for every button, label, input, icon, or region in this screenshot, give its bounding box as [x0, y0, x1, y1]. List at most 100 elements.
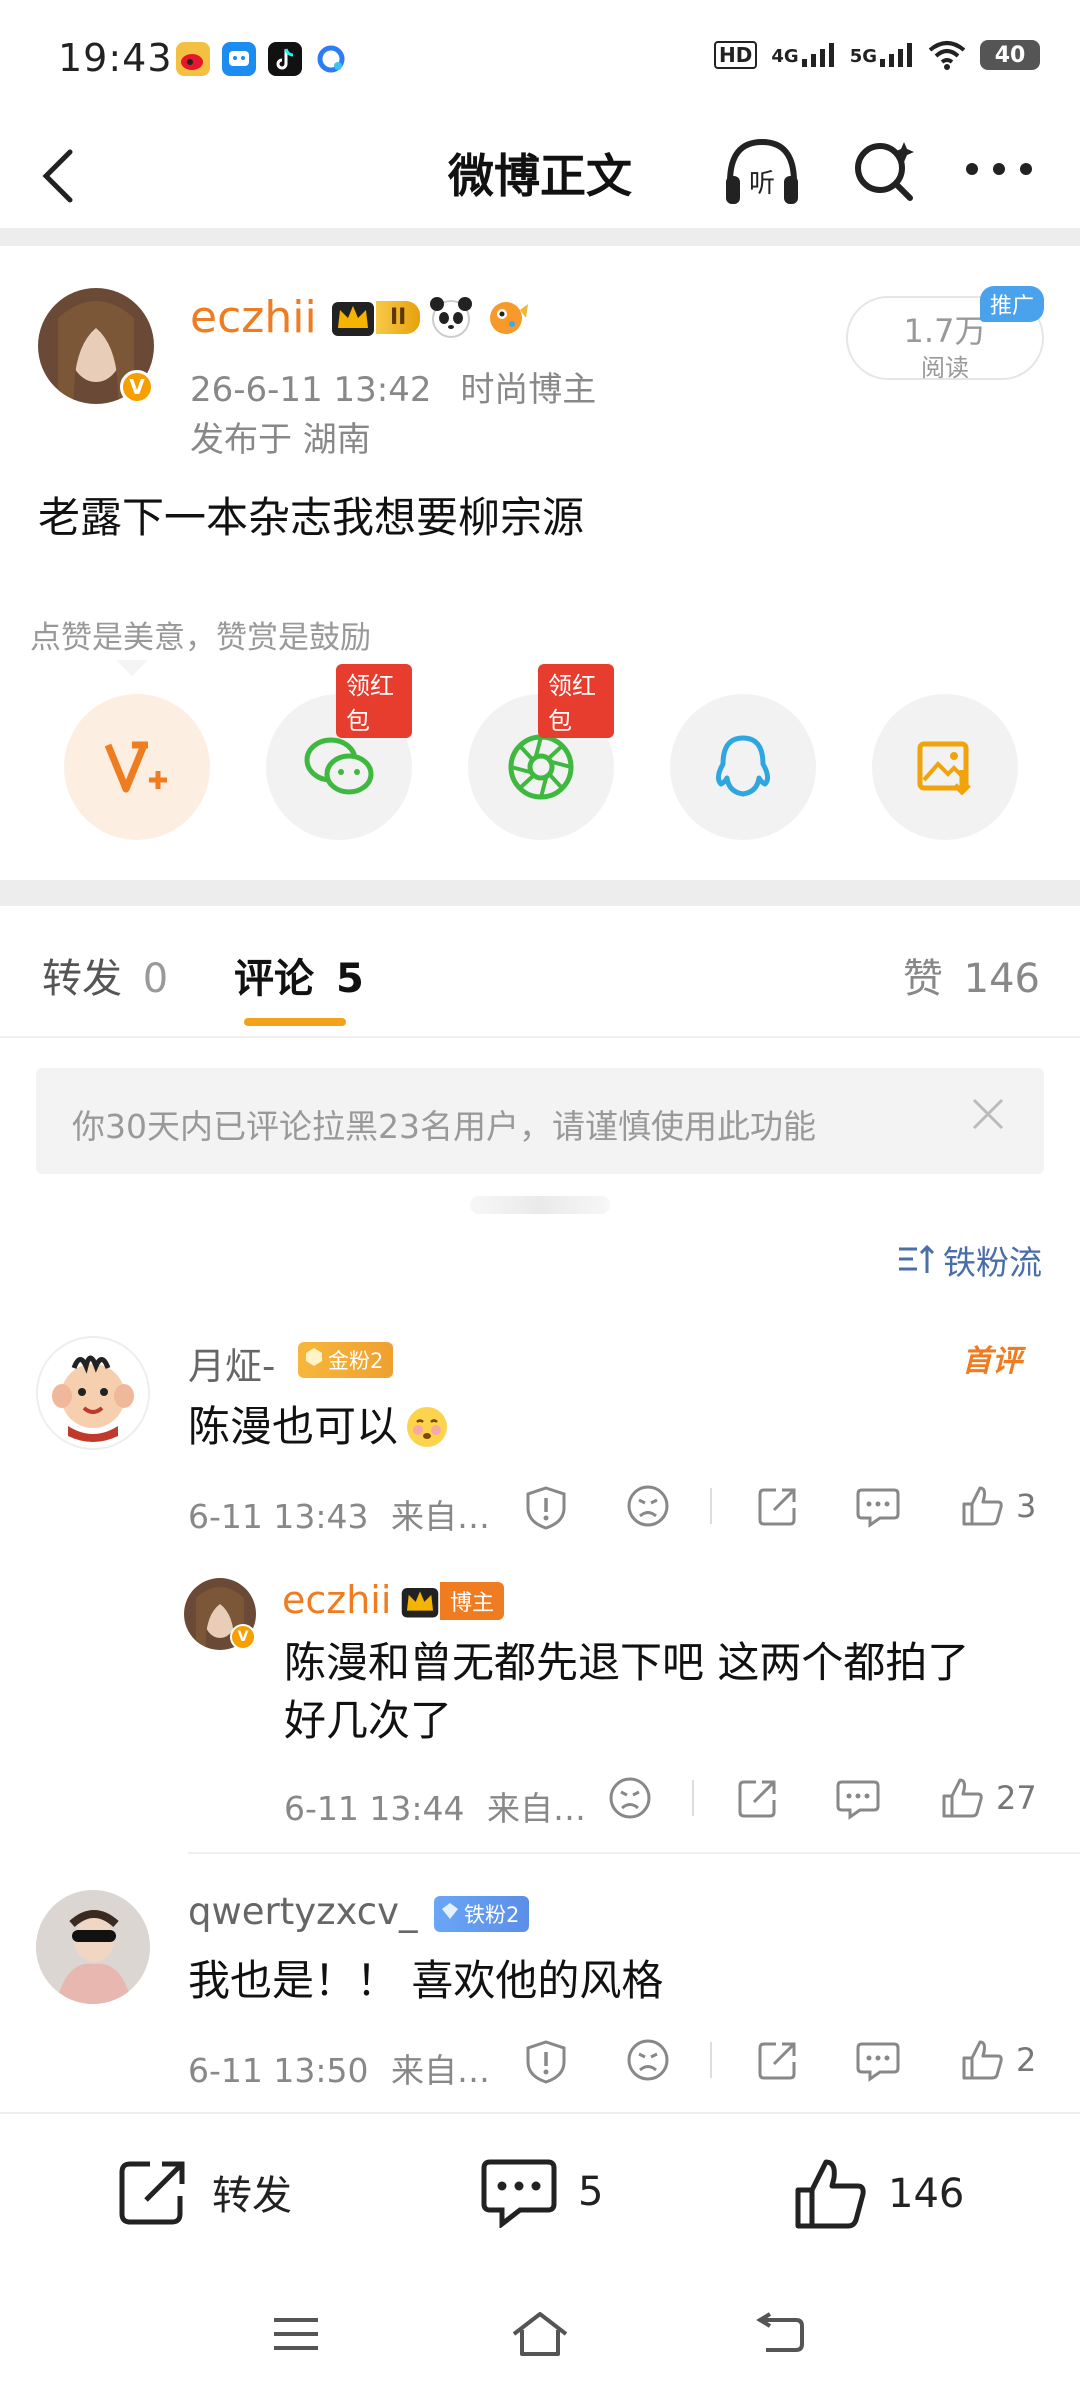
- like-comment-button[interactable]: 27: [940, 1776, 1037, 1820]
- report-button[interactable]: [524, 2038, 568, 2084]
- signal-4g-icon: 4G: [771, 43, 835, 67]
- system-nav-bar: [0, 2272, 1080, 2400]
- signal-5g-icon: 5G: [850, 43, 914, 67]
- tab-likes[interactable]: 赞 146: [903, 946, 1040, 1004]
- action-divider: [710, 1488, 712, 1524]
- status-bar: 19:43 HD 4G 5G 40: [0, 0, 1080, 118]
- save-image-button[interactable]: [872, 694, 1018, 840]
- section-divider: [0, 880, 1080, 906]
- listen-button[interactable]: 听: [720, 132, 804, 212]
- divider: [0, 228, 1080, 246]
- author-category: 时尚博主: [460, 370, 597, 410]
- crown-icon: [401, 1587, 439, 1618]
- author-name[interactable]: eczhii: [190, 292, 317, 343]
- menu-icon: [274, 2318, 318, 2350]
- tip-pointer: [116, 660, 148, 676]
- dislike-button[interactable]: [626, 2038, 670, 2082]
- reply-button[interactable]: [856, 1484, 900, 1528]
- repost-button[interactable]: 转发: [116, 2156, 292, 2228]
- unhappy-face-icon: [609, 1777, 651, 1819]
- commenter-name[interactable]: 月炡-: [188, 1336, 275, 1390]
- shield-alert-icon: [526, 1486, 566, 1530]
- post-location: 发布于 湖南: [190, 420, 371, 460]
- verified-badge-icon: V: [120, 370, 154, 404]
- repost-comment-button[interactable]: [756, 2038, 800, 2082]
- share-out-icon: [119, 2161, 185, 2225]
- notice-close-button[interactable]: [970, 1096, 1006, 1132]
- search-button[interactable]: [848, 134, 920, 206]
- comment-button[interactable]: 5: [480, 2156, 603, 2228]
- wifi-icon: [928, 41, 966, 70]
- blogger-badge: 博主: [400, 1582, 505, 1620]
- action-divider: [692, 1780, 694, 1816]
- sort-toggle[interactable]: 铁粉流: [897, 1236, 1042, 1284]
- post-time: 26-6-11 13:42: [190, 370, 432, 410]
- action-divider: [710, 2042, 712, 2078]
- comment-bubble-icon: [481, 2159, 557, 2228]
- share-row: 领红包 领红包: [0, 664, 1080, 844]
- more-button[interactable]: [964, 154, 1034, 184]
- chat-app-icon: [222, 42, 256, 76]
- first-comment-tag: 首评: [962, 1344, 1022, 1379]
- reward-tip: 点赞是美意，赞赏是鼓励: [30, 620, 371, 656]
- bottom-action-bar: 转发 5 146: [0, 2112, 1080, 2272]
- shy-emoji-icon: [407, 1407, 448, 1447]
- thumbs-up-icon: [962, 1486, 1003, 1526]
- fish-icon: [490, 302, 529, 334]
- like-comment-button[interactable]: 3: [960, 1484, 1036, 1528]
- headphones-listen-icon: 听: [726, 138, 798, 204]
- share-qq-button[interactable]: [670, 694, 816, 840]
- commenter-avatar[interactable]: [36, 1336, 150, 1450]
- share-out-icon: [758, 2042, 796, 2080]
- tab-comments[interactable]: 评论 5: [234, 946, 364, 1004]
- gold-fan-icon: [306, 1348, 322, 1366]
- home-nav-button[interactable]: [510, 2310, 570, 2358]
- thumbs-up-icon: [795, 2159, 866, 2229]
- menu-nav-button[interactable]: [272, 2314, 320, 2354]
- share-moments-button[interactable]: 领红包: [468, 664, 614, 840]
- commenter-name[interactable]: qwertyzxcv_: [188, 1890, 418, 1933]
- fan-badge: 金粉2: [298, 1342, 394, 1378]
- block-notice: 你30天内已评论拉黑23名用户，请谨慎使用此功能: [36, 1068, 1044, 1174]
- share-wechat-button[interactable]: 领红包: [266, 664, 412, 840]
- thumbs-up-icon: [962, 2040, 1003, 2080]
- report-button[interactable]: [524, 1484, 568, 1530]
- like-button[interactable]: 146: [792, 2156, 964, 2232]
- browser-app-icon: [314, 42, 348, 76]
- share-out-icon: [738, 1780, 776, 1818]
- tabs-divider: [0, 1036, 1080, 1038]
- verified-badge-icon: V: [230, 1624, 256, 1650]
- clock: 19:43: [58, 36, 173, 80]
- active-tab-indicator: [244, 1018, 346, 1026]
- commenter-avatar[interactable]: [36, 1890, 150, 2004]
- repost-comment-button[interactable]: [756, 1484, 800, 1528]
- repost-comment-button[interactable]: [736, 1776, 780, 1820]
- comment-text: 陈漫也可以: [188, 1398, 450, 1456]
- comment-divider: [188, 1852, 1080, 1854]
- share-out-icon: [758, 1488, 796, 1526]
- battery-indicator: 40: [980, 40, 1040, 70]
- comment-bubble-icon: [856, 2042, 900, 2082]
- comment-meta: 6-11 13:50 来自…: [188, 2051, 490, 2090]
- dislike-button[interactable]: [626, 1484, 670, 1528]
- promo-tag[interactable]: 推广: [980, 286, 1045, 322]
- reply-button[interactable]: [836, 1776, 880, 1820]
- dislike-button[interactable]: [608, 1776, 652, 1820]
- weibo-app-icon: [176, 42, 210, 76]
- back-nav-button[interactable]: [756, 2312, 806, 2356]
- post-tabs: 转发 0 评论 5 赞 146: [0, 906, 1080, 1036]
- tiktok-app-icon: [268, 42, 302, 76]
- panda-icon: [430, 297, 473, 338]
- comment-meta: 6-11 13:43 来自…: [188, 1497, 490, 1536]
- reward-button[interactable]: [64, 694, 210, 840]
- reply-meta: 6-11 13:44 来自…: [284, 1789, 586, 1828]
- reply-button[interactable]: [856, 2038, 900, 2082]
- svg-text:听: 听: [749, 169, 775, 199]
- home-icon: [512, 2312, 568, 2356]
- like-comment-button[interactable]: 2: [960, 2038, 1036, 2082]
- reads-label: 阅读: [921, 354, 969, 382]
- tab-repost[interactable]: 转发 0: [42, 946, 168, 1004]
- top-nav: 微博正文 听: [0, 118, 1080, 228]
- red-packet-tag: 领红包: [336, 664, 412, 738]
- reply-author-name[interactable]: eczhii: [282, 1578, 391, 1622]
